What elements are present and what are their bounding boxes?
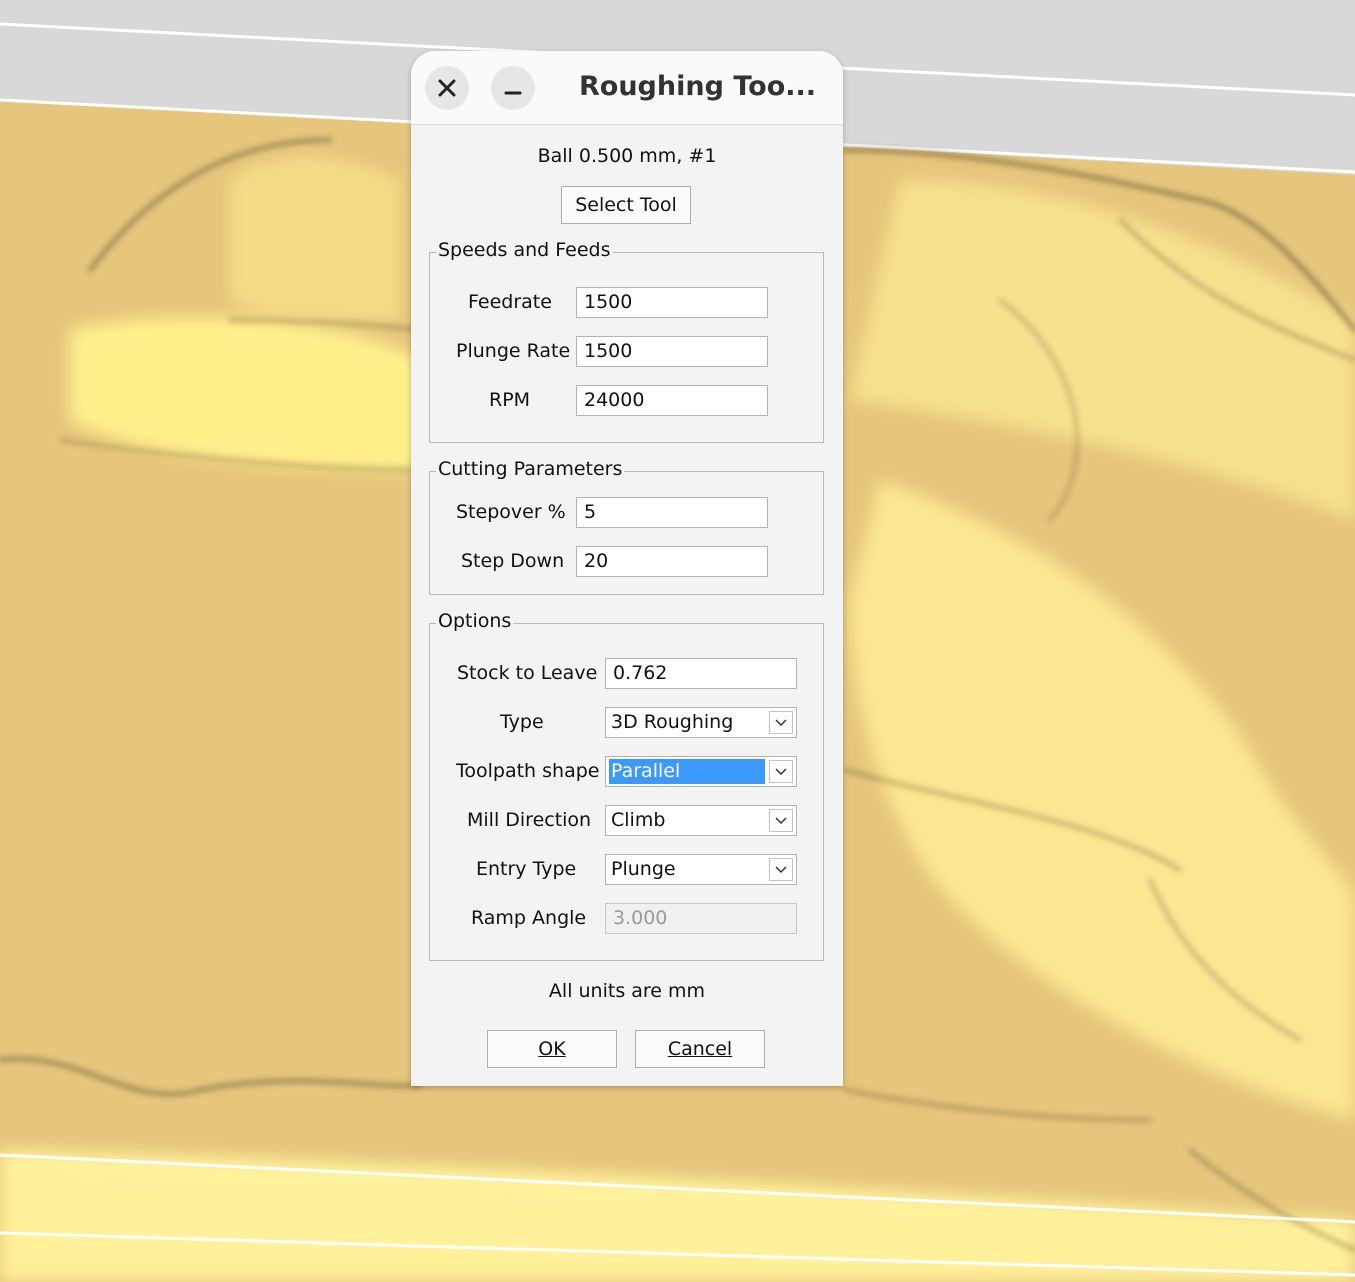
ok-label: OK <box>538 1038 566 1060</box>
window-title: Roughing Too... <box>579 71 817 102</box>
stepover-field[interactable]: 5 <box>576 497 768 528</box>
type-dropdown[interactable]: 3D Roughing <box>605 707 797 738</box>
mill-direction-value: Climb <box>611 809 666 831</box>
step-down-label: Step Down <box>461 550 565 572</box>
chevron-down-icon <box>775 865 787 873</box>
options-group: Options Stock to Leave 0.762 Type 3D Rou… <box>429 610 824 961</box>
mill-direction-label: Mill Direction <box>467 809 592 831</box>
cutting-parameters-group: Cutting Parameters Stepover % 5 Step Dow… <box>429 458 824 595</box>
ramp-angle-label: Ramp Angle <box>471 907 587 929</box>
toolpath-shape-label: Toolpath shape <box>456 760 600 782</box>
ramp-angle-field: 3.000 <box>605 903 797 934</box>
cancel-label: Cancel <box>667 1038 733 1060</box>
rpm-field[interactable]: 24000 <box>576 385 768 416</box>
chevron-down-icon <box>775 767 787 775</box>
close-icon <box>438 79 456 97</box>
entry-type-label: Entry Type <box>476 858 577 880</box>
tool-name: Ball 0.500 mm, #1 <box>537 145 717 167</box>
plunge-rate-label: Plunge Rate <box>456 340 571 362</box>
roughing-toolpath-dialog: Roughing Too... Ball 0.500 mm, #1 Select… <box>411 51 843 1086</box>
close-button[interactable] <box>425 66 469 110</box>
toolpath-shape-value: Parallel <box>609 759 765 784</box>
feedrate-field[interactable]: 1500 <box>576 287 768 318</box>
dropdown-arrow[interactable] <box>769 760 793 783</box>
type-value: 3D Roughing <box>611 711 734 733</box>
mill-direction-dropdown[interactable]: Climb <box>605 805 797 836</box>
speeds-and-feeds-group: Speeds and Feeds Feedrate 1500 Plunge Ra… <box>429 239 824 443</box>
group-title: Speeds and Feeds <box>436 239 613 261</box>
entry-type-dropdown[interactable]: Plunge <box>605 854 797 885</box>
dropdown-arrow[interactable] <box>769 711 793 734</box>
units-note: All units are mm <box>548 980 706 1002</box>
stock-to-leave-field[interactable]: 0.762 <box>605 658 797 689</box>
dropdown-arrow[interactable] <box>769 858 793 881</box>
group-title: Cutting Parameters <box>436 458 625 480</box>
cancel-button[interactable]: Cancel <box>635 1030 765 1068</box>
stepover-label: Stepover % <box>456 501 566 523</box>
feedrate-label: Feedrate <box>468 291 552 313</box>
ok-button[interactable]: OK <box>487 1030 617 1068</box>
chevron-down-icon <box>775 816 787 824</box>
title-bar: Roughing Too... <box>411 51 843 125</box>
step-down-field[interactable]: 20 <box>576 546 768 577</box>
dropdown-arrow[interactable] <box>769 809 793 832</box>
minimize-button[interactable] <box>491 66 535 110</box>
stock-to-leave-label: Stock to Leave <box>457 662 598 684</box>
minimize-icon <box>504 91 522 95</box>
group-title: Options <box>436 610 514 632</box>
plunge-rate-field[interactable]: 1500 <box>576 336 768 367</box>
select-tool-button[interactable]: Select Tool <box>561 186 691 224</box>
toolpath-shape-dropdown[interactable]: Parallel <box>605 756 797 787</box>
rpm-label: RPM <box>489 389 531 411</box>
entry-type-value: Plunge <box>611 858 676 880</box>
type-label: Type <box>500 711 544 733</box>
chevron-down-icon <box>775 718 787 726</box>
